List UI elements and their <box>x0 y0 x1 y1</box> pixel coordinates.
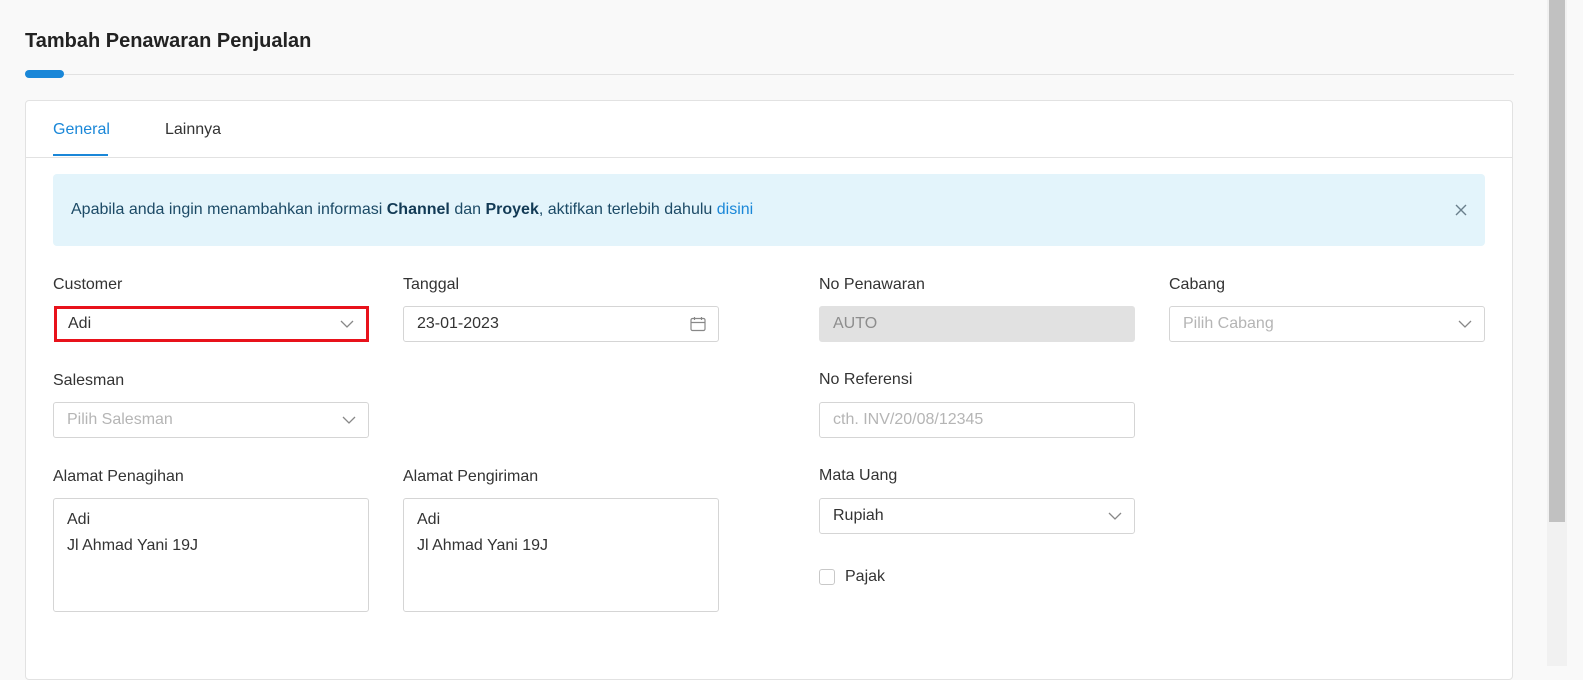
mata-uang-value: Rupiah <box>833 507 884 524</box>
no-penawaran-label: No Penawaran <box>819 276 925 293</box>
alamat-pengiriman-textarea[interactable]: Adi Jl Ahmad Yani 19J <box>403 498 719 612</box>
calendar-icon[interactable] <box>690 316 706 332</box>
cabang-label: Cabang <box>1169 276 1226 293</box>
info-alert: Apabila anda ingin menambahkan informasi… <box>53 174 1485 246</box>
alert-link-disini[interactable]: disini <box>717 201 753 218</box>
title-accent-bar <box>25 70 64 78</box>
tab-bar: General Lainnya <box>26 101 1512 158</box>
salesman-placeholder: Pilih Salesman <box>67 411 173 428</box>
pajak-label: Pajak <box>845 568 886 585</box>
customer-value: Adi <box>68 315 92 332</box>
cabang-placeholder: Pilih Cabang <box>1183 315 1274 332</box>
chevron-down-icon <box>342 416 356 424</box>
tanggal-label: Tanggal <box>403 276 460 293</box>
alert-channel: Channel <box>386 201 450 218</box>
customer-select[interactable]: Adi <box>54 306 369 342</box>
page-title: Tambah Penawaran Penjualan <box>25 30 312 52</box>
close-icon[interactable] <box>1451 200 1471 220</box>
alert-text-after: , aktifkan terlebih dahulu <box>538 201 717 218</box>
active-tab-indicator <box>53 154 108 156</box>
alamat-pengiriman-label: Alamat Pengiriman <box>403 468 539 485</box>
mata-uang-label: Mata Uang <box>819 467 898 484</box>
no-referensi-input[interactable]: cth. INV/20/08/12345 <box>819 402 1135 438</box>
alamat-penagihan-line2: Jl Ahmad Yani 19J <box>67 537 199 554</box>
pajak-checkbox[interactable] <box>819 569 835 585</box>
no-referensi-label: No Referensi <box>819 371 913 388</box>
salesman-label: Salesman <box>53 372 125 389</box>
tab-general[interactable]: General <box>53 121 110 139</box>
alamat-pengiriman-line1: Adi <box>417 511 441 528</box>
chevron-down-icon <box>1108 512 1122 520</box>
tanggal-date-input[interactable]: 23-01-2023 <box>403 306 719 342</box>
chevron-down-icon <box>340 320 354 328</box>
alamat-penagihan-label: Alamat Penagihan <box>53 468 184 485</box>
scrollbar-thumb[interactable] <box>1549 0 1565 522</box>
tab-lainnya[interactable]: Lainnya <box>165 121 221 139</box>
alamat-penagihan-textarea[interactable]: Adi Jl Ahmad Yani 19J <box>53 498 369 612</box>
alamat-pengiriman-line2: Jl Ahmad Yani 19J <box>417 537 549 554</box>
mata-uang-select[interactable]: Rupiah <box>819 498 1135 534</box>
alert-proyek: Proyek <box>485 201 539 218</box>
customer-label: Customer <box>53 276 123 293</box>
chevron-down-icon <box>1458 320 1472 328</box>
tanggal-value: 23-01-2023 <box>417 315 499 332</box>
no-referensi-placeholder: cth. INV/20/08/12345 <box>833 411 984 428</box>
no-penawaran-value: AUTO <box>833 315 878 332</box>
alert-and: dan <box>449 201 486 218</box>
alert-text-before: Apabila anda ingin menambahkan informasi <box>71 201 387 218</box>
cabang-select[interactable]: Pilih Cabang <box>1169 306 1485 342</box>
alamat-penagihan-line1: Adi <box>67 511 91 528</box>
alert-text: Apabila anda ingin menambahkan informasi… <box>71 201 753 219</box>
title-divider <box>25 74 1514 75</box>
pajak-checkbox-row[interactable]: Pajak <box>819 568 885 586</box>
no-penawaran-input: AUTO <box>819 306 1135 342</box>
salesman-select[interactable]: Pilih Salesman <box>53 402 369 438</box>
